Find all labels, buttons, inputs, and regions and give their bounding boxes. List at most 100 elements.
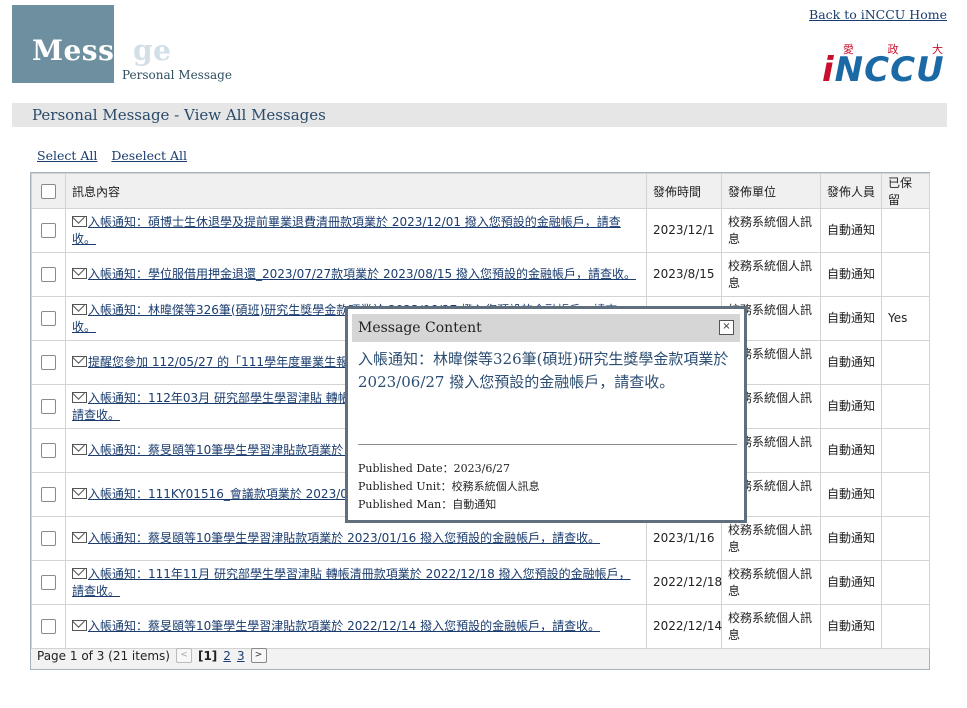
envelope-open-icon: [72, 488, 87, 499]
unit-cell: 校務系統個人訊息: [721, 208, 821, 253]
row-checkbox-cell: [31, 296, 66, 341]
table-row[interactable]: 入帳通知：學位服借用押金退還_2023/07/27款項業於 2023/08/15…: [31, 252, 930, 297]
date-cell: 2023/12/1: [646, 208, 722, 253]
message-link[interactable]: 入帳通知：碩博士生休退學及提前畢業退費清冊款項業於 2023/12/01 撥入您…: [72, 215, 621, 246]
publisher-cell: 自動通知: [820, 428, 882, 473]
unit-cell: 校務系統個人訊息: [721, 252, 821, 297]
kept-cell: Yes: [881, 296, 930, 341]
row-checkbox-cell: [31, 560, 66, 605]
kept-cell: [881, 340, 930, 385]
row-checkbox[interactable]: [41, 267, 56, 282]
kept-cell: [881, 384, 930, 429]
page-title-bar: Personal Message - View All Messages: [12, 103, 947, 127]
envelope-open-icon: [72, 532, 87, 543]
row-checkbox-cell: [31, 208, 66, 253]
pager-page-2[interactable]: 2: [223, 649, 231, 663]
kept-cell: [881, 560, 930, 605]
row-checkbox-cell: [31, 604, 66, 649]
row-checkbox[interactable]: [41, 355, 56, 370]
message-content-dialog: Message Content × 入帳通知：林暐傑等326筆(碩班)研究生獎學…: [345, 306, 747, 523]
dialog-meta: Published Date：2023/6/27 Published Unit：…: [358, 460, 540, 514]
table-row[interactable]: 入帳通知：碩博士生休退學及提前畢業退費清冊款項業於 2023/12/01 撥入您…: [31, 208, 930, 253]
table-row[interactable]: 入帳通知：蔡旻頤等10筆學生學習津貼款項業於 2022/12/14 撥入您預設的…: [31, 604, 930, 649]
row-checkbox[interactable]: [41, 487, 56, 502]
kept-cell: [881, 472, 930, 517]
publisher-cell: 自動通知: [820, 340, 882, 385]
message-link[interactable]: 入帳通知：111年11月 研究部學生學習津貼 轉帳清冊款項業於 2022/12/…: [72, 567, 631, 598]
publisher-cell: 自動通知: [820, 604, 882, 649]
dialog-title: Message Content: [358, 320, 482, 336]
message-text: 入帳通知：111年11月 研究部學生學習津貼 轉帳清冊款項業於 2022/12/…: [72, 566, 631, 598]
envelope-open-icon: [72, 444, 87, 455]
row-checkbox-cell: [31, 472, 66, 517]
pager-prev-button[interactable]: <: [175, 648, 192, 663]
column-header-publisher[interactable]: 發佈人員: [820, 173, 882, 209]
message-text: 入帳通知：蔡旻頤等10筆學生學習津貼款項業於 2023/01/16 撥入您預設的…: [88, 531, 601, 545]
publisher-cell: 自動通知: [820, 472, 882, 517]
header-checkbox-cell: [31, 173, 66, 209]
page-title: Personal Message - View All Messages: [32, 106, 326, 124]
pager-current-page: [1]: [197, 648, 218, 663]
date-cell: 2023/8/15: [646, 252, 722, 297]
header-subtitle: Personal Message: [122, 68, 232, 82]
row-checkbox[interactable]: [41, 619, 56, 634]
dialog-published-date: Published Date：2023/6/27: [358, 462, 511, 475]
publisher-cell: 自動通知: [820, 208, 882, 253]
message-text: 入帳通知：學位服借用押金退還_2023/07/27款項業於 2023/08/15…: [88, 267, 636, 281]
row-checkbox-cell: [31, 384, 66, 429]
row-checkbox[interactable]: [41, 575, 56, 590]
column-header-kept[interactable]: 已保留: [881, 173, 930, 209]
date-cell: 2022/12/18: [646, 560, 722, 605]
date-cell: 2023/1/16: [646, 516, 722, 561]
column-header-content[interactable]: 訊息內容: [65, 173, 647, 209]
message-text: 入帳通知：蔡旻頤等10筆學生學習津貼款項業於 2022/12/14 撥入您預設的…: [88, 619, 601, 633]
envelope-open-icon: [72, 215, 87, 227]
row-checkbox[interactable]: [41, 311, 56, 326]
close-icon[interactable]: ×: [719, 320, 734, 335]
column-header-unit[interactable]: 發佈單位: [721, 173, 821, 209]
message-link[interactable]: 入帳通知：蔡旻頤等10筆學生學習津貼款項業於 2023/01/16 撥入您預設的…: [72, 531, 600, 545]
dialog-header: Message Content ×: [352, 314, 740, 342]
unit-cell: 校務系統個人訊息: [721, 604, 821, 649]
kept-cell: [881, 428, 930, 473]
message-cell: 入帳通知：學位服借用押金退還_2023/07/27款項業於 2023/08/15…: [65, 252, 647, 297]
envelope-open-icon: [72, 356, 87, 367]
message-cell: 入帳通知：蔡旻頤等10筆學生學習津貼款項業於 2022/12/14 撥入您預設的…: [65, 604, 647, 649]
message-link[interactable]: 入帳通知：學位服借用押金退還_2023/07/27款項業於 2023/08/15…: [72, 267, 636, 281]
inccu-logo: iNCCU: [822, 50, 945, 90]
back-to-home-link[interactable]: Back to iNCCU Home: [809, 7, 947, 22]
envelope-open-icon: [72, 620, 87, 631]
message-text: 入帳通知：碩博士生休退學及提前畢業退費清冊款項業於 2023/12/01 撥入您…: [72, 214, 621, 246]
publisher-cell: 自動通知: [820, 516, 882, 561]
kept-cell: [881, 516, 930, 561]
message-link[interactable]: 入帳通知：蔡旻頤等10筆學生學習津貼款項業於 2022/12/14 撥入您預設的…: [72, 619, 600, 633]
pager-summary: Page 1 of 3 (21 items): [37, 648, 170, 663]
select-all-link[interactable]: Select All: [37, 148, 97, 163]
table-row[interactable]: 入帳通知：蔡旻頤等10筆學生學習津貼款項業於 2023/01/16 撥入您預設的…: [31, 516, 930, 561]
header-logo-text: Message: [32, 34, 172, 67]
envelope-open-icon: [72, 567, 87, 579]
row-checkbox[interactable]: [41, 531, 56, 546]
column-header-date[interactable]: 發佈時間: [646, 173, 722, 209]
table-header-row: 訊息內容 發佈時間 發佈單位 發佈人員 已保留: [31, 173, 930, 209]
publisher-cell: 自動通知: [820, 560, 882, 605]
publisher-cell: 自動通知: [820, 296, 882, 341]
pager-page-3[interactable]: 3: [237, 649, 245, 663]
selection-links: Select All Deselect All: [37, 148, 197, 163]
pager-next-button[interactable]: >: [250, 648, 267, 663]
kept-cell: [881, 604, 930, 649]
row-checkbox[interactable]: [41, 443, 56, 458]
publisher-cell: 自動通知: [820, 252, 882, 297]
kept-cell: [881, 252, 930, 297]
select-all-checkbox[interactable]: [41, 183, 56, 199]
dialog-divider: [358, 444, 737, 445]
row-checkbox[interactable]: [41, 399, 56, 414]
table-row[interactable]: 入帳通知：111年11月 研究部學生學習津貼 轉帳清冊款項業於 2022/12/…: [31, 560, 930, 605]
deselect-all-link[interactable]: Deselect All: [111, 148, 187, 163]
pager: Page 1 of 3 (21 items) < [1] 2 3 >: [37, 648, 267, 663]
dialog-published-man: Published Man：自動通知: [358, 498, 497, 511]
row-checkbox-cell: [31, 252, 66, 297]
dialog-published-unit: Published Unit：校務系統個人訊息: [358, 480, 540, 493]
message-cell: 入帳通知：碩博士生休退學及提前畢業退費清冊款項業於 2023/12/01 撥入您…: [65, 208, 647, 253]
row-checkbox[interactable]: [41, 223, 56, 238]
